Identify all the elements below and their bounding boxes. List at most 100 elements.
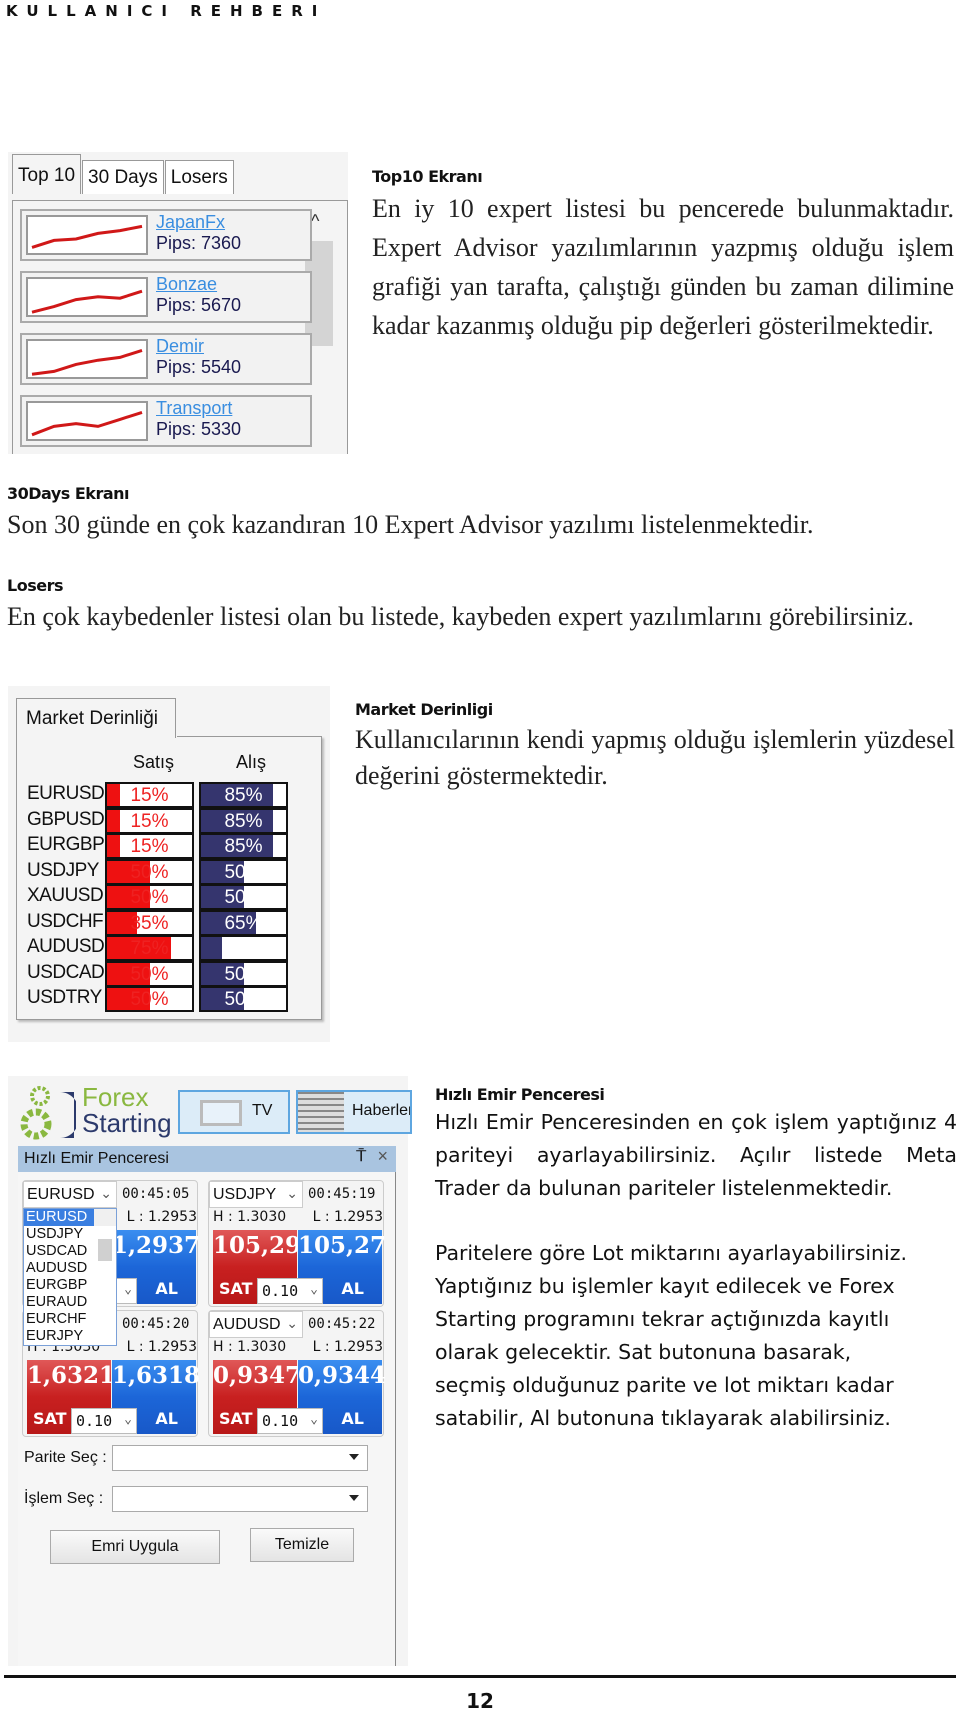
dropdown-option[interactable]: EURCHF [24, 1311, 116, 1328]
buy-percentage-bar: 65% [199, 909, 288, 936]
chevron-down-icon: ⌄ [286, 1185, 298, 1201]
high-value: H : 1.3030 [213, 1339, 287, 1355]
dropdown-option[interactable]: EURGBP [24, 1277, 116, 1294]
text-line: seçmiş olduğunuz parite ve lot miktarı k… [435, 1373, 894, 1397]
sell-percentage-bar: 50% [105, 884, 194, 910]
top10-tabs: Top 10 30 Days Losers [12, 154, 235, 194]
pair-label: EURUSD [27, 783, 105, 804]
low-value: L : 1.2953 [312, 1209, 383, 1225]
tile-time: 00:45:05 [122, 1186, 190, 1202]
buy-percentage-bar: 85% [199, 782, 288, 808]
section-title-market: Market Derinligi [355, 700, 493, 719]
expert-name-link[interactable]: Demir [156, 336, 204, 357]
section-title-top10: Top10 Ekranı [372, 167, 483, 186]
lot-select[interactable]: 0.10⌄ [71, 1408, 137, 1434]
expert-list-item[interactable]: Transport Pips: 5330 [20, 395, 312, 447]
expert-list-item[interactable]: Demir Pips: 5540 [20, 333, 312, 385]
pair-select[interactable]: AUDUSD ⌄ [209, 1311, 303, 1338]
tab-losers[interactable]: Losers [164, 160, 234, 194]
buy-percentage-bar: 50% [199, 960, 288, 987]
dropdown-option[interactable]: EURAUD [24, 1294, 116, 1311]
low-value: L : 1.2953 [126, 1339, 197, 1355]
equity-chart-thumbnail [26, 339, 148, 379]
sell-percentage-bar: 75% [105, 935, 194, 961]
tv-icon [200, 1100, 242, 1126]
buy-price: 0,9344 [298, 1362, 387, 1389]
pair-dropdown-list[interactable]: EURUSD USDJPY USDCAD AUDUSD EURGBP EURAUD EURC… [23, 1208, 117, 1346]
expert-list-item[interactable]: Bonzae Pips: 5670 [20, 271, 312, 323]
expert-name-link[interactable]: JapanFx [156, 212, 225, 233]
parite-select[interactable] [112, 1445, 368, 1471]
text-line: Starting programını tekrar açtığınızda k… [435, 1307, 890, 1331]
parite-label: Parite Seç : [24, 1449, 107, 1466]
footer-divider [4, 1675, 956, 1678]
pair-label: AUDUSD [27, 936, 105, 957]
top10-list: ^ JapanFx Pips: 7360 Bonzae Pips: 5670 D… [12, 200, 348, 454]
market-row: USDCAD 50% 50% [17, 960, 317, 987]
text-line: Paritelere göre Lot miktarını ayarlayabi… [435, 1241, 907, 1265]
expert-pips: Pips: 5330 [156, 419, 242, 439]
pair-select[interactable]: EURUSD ⌄ [23, 1181, 117, 1208]
lot-select[interactable]: 0.10⌄ [257, 1408, 323, 1434]
market-row: EURGBP 15% 85% [17, 833, 317, 859]
chevron-down-icon: ⌄ [100, 1185, 112, 1201]
equity-chart-thumbnail [26, 215, 148, 255]
expert-pips: Pips: 5540 [156, 357, 242, 377]
sell-price: 0,9347 [213, 1362, 302, 1389]
tab-market-depth[interactable]: Market Derinliği [16, 698, 176, 738]
expert-list-item[interactable]: JapanFx Pips: 7360 [20, 209, 312, 261]
section-body-losers: En çok kaybedenler listesi olan bu liste… [7, 602, 914, 631]
expert-name-link[interactable]: Bonzae [156, 274, 217, 295]
pair-label: GBPUSD [27, 808, 105, 830]
sell-percentage-bar: 35% [105, 909, 194, 936]
pair-label: USDJPY [27, 859, 99, 881]
sell-percentage-bar: 50% [105, 960, 194, 987]
quick-order-title-bar: Hızlı Emir Penceresi ⍑ × [18, 1146, 396, 1172]
tab-top10[interactable]: Top 10 [12, 154, 82, 194]
market-row: XAUUSD 50% 50% [17, 884, 317, 910]
column-header-buy: Alış [236, 752, 267, 772]
apply-order-button[interactable]: Emri Uygula [50, 1530, 220, 1564]
expert-name-link[interactable]: Transport [156, 398, 232, 419]
sell-price: 1,6321 [27, 1362, 116, 1389]
quick-order-panel: Parite Seç : İşlem Seç : Emri Uygula Tem… [18, 1172, 396, 1666]
dropdown-option[interactable]: AUDUSD [24, 1260, 116, 1277]
news-icon [298, 1092, 344, 1132]
dropdown-option[interactable]: EURUSD [24, 1209, 94, 1226]
scroll-up-icon[interactable]: ^ [311, 211, 319, 232]
pin-icon[interactable]: ⍑ [356, 1148, 366, 1166]
buy-percentage-bar: 85% [199, 807, 288, 834]
pair-select[interactable]: USDJPY ⌄ [209, 1181, 303, 1208]
tv-button[interactable]: TV [178, 1090, 290, 1134]
page-number: 12 [466, 1689, 494, 1713]
pair-label: XAUUSD [27, 885, 104, 906]
section-title-quick-order: Hızlı Emir Penceresi [435, 1085, 605, 1104]
tile-time: 00:45:19 [308, 1186, 376, 1202]
buy-price: 105,27 [298, 1232, 387, 1259]
buy-price: 1,6318 [112, 1362, 201, 1389]
buy-percentage-bar: 50% [199, 884, 288, 910]
islem-select[interactable] [112, 1486, 368, 1512]
scrollbar[interactable] [94, 1209, 116, 1261]
tile-time: 00:45:20 [122, 1316, 190, 1332]
lot-select[interactable]: 0.10⌄ [257, 1278, 323, 1304]
market-row: AUDUSD 75% 25% [17, 935, 317, 961]
chevron-down-icon: ⌄ [286, 1315, 298, 1331]
buy-percentage-bar: 50% [199, 986, 288, 1012]
tab-30days[interactable]: 30 Days [82, 160, 164, 194]
sell-percentage-bar: 15% [105, 833, 194, 859]
market-row: USDCHF 35% 65% [17, 909, 317, 936]
dropdown-option[interactable]: EURJPY [24, 1328, 116, 1345]
sell-price: 105,29 [213, 1232, 302, 1259]
news-button[interactable]: Haberler [296, 1090, 412, 1134]
forex-starting-widget: Forex Starting TV Haberler Hızlı Emir Pe… [8, 1076, 412, 1666]
pair-label: USDCHF [27, 910, 104, 932]
market-row: EURUSD 15% 85% [17, 782, 317, 808]
clear-button[interactable]: Temizle [250, 1528, 354, 1562]
document-header: KULLANICI REHBERI [6, 2, 327, 20]
section-body-30days: Son 30 günde en çok kazandıran 10 Expert… [7, 510, 814, 539]
market-row: GBPUSD 15% 85% [17, 807, 317, 834]
sell-percentage-bar: 15% [105, 807, 194, 834]
close-icon[interactable]: × [377, 1146, 388, 1167]
chevron-down-icon: ⌄ [310, 1412, 318, 1427]
